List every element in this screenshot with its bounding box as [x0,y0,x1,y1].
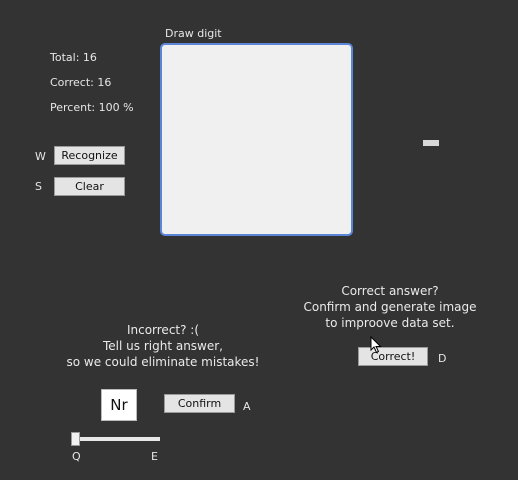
recognize-button[interactable]: Recognize [54,146,125,165]
correct-count: Correct: 16 [50,76,112,89]
drawing-canvas[interactable] [160,43,353,236]
slider-left-key: Q [72,450,81,463]
correct-shortcut-key: D [438,352,447,365]
incorrect-line-2: Tell us right answer, [103,339,223,353]
digit-slider-track[interactable] [72,437,160,441]
slider-right-key: E [151,450,158,463]
percent-value: Percent: 100 % [50,101,134,114]
mouse-cursor-icon [370,336,382,354]
incorrect-line-1: Incorrect? :( [126,323,200,337]
incorrect-panel-text: Incorrect? :( Tell us right answer, so w… [63,322,263,370]
prediction-display [423,140,439,146]
clear-shortcut-key: S [35,180,42,193]
digit-slider-thumb[interactable] [71,432,80,446]
correct-button[interactable]: Correct! [358,347,428,366]
incorrect-line-3: so we could eliminate mistakes! [66,355,260,369]
confirm-button[interactable]: Confirm [164,394,235,413]
recognize-shortcut-key: W [35,150,46,163]
correct-line-1: Correct answer? [341,284,439,298]
clear-button[interactable]: Clear [54,177,125,196]
canvas-label: Draw digit [165,27,222,40]
confirm-shortcut-key: A [243,400,251,413]
number-input-box[interactable]: Nr [101,389,137,421]
correct-line-3: to improove data set. [325,316,455,330]
total-count: Total: 16 [50,51,97,64]
correct-line-2: Confirm and generate image [303,300,477,314]
correct-panel-text: Correct answer? Confirm and generate ima… [290,283,490,331]
